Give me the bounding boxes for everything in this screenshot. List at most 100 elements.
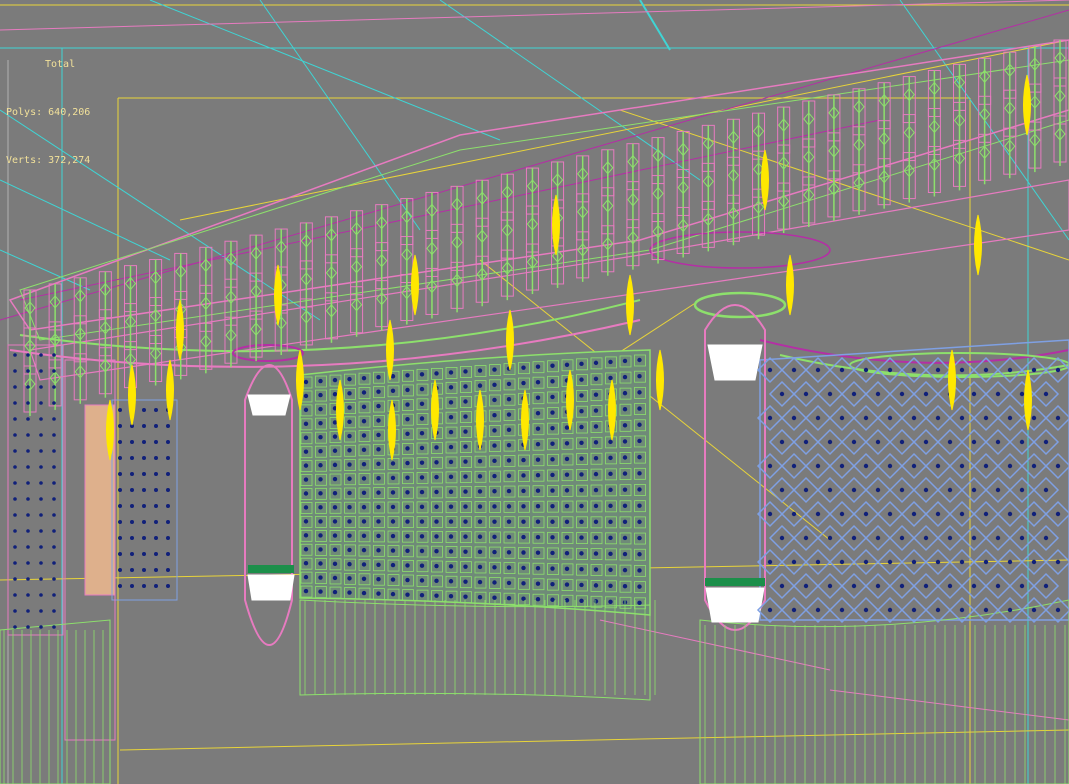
left-wall-vertex <box>142 424 146 428</box>
panel-vertex <box>637 519 642 525</box>
panel-vertex <box>477 458 483 464</box>
panel-vertex <box>593 503 599 509</box>
panel-vertex <box>550 566 555 571</box>
panel-vertex <box>434 593 439 598</box>
lamp-column-right <box>704 304 766 631</box>
left-wall-vertex <box>118 584 122 588</box>
lattice-vertex <box>947 535 953 541</box>
panel-vertex <box>361 390 367 395</box>
panel-vertex <box>637 535 642 541</box>
panel-vertex <box>419 386 425 392</box>
lattice-vertex <box>1019 583 1025 589</box>
left-wall-vertex <box>52 625 56 629</box>
panel-vertex <box>448 489 454 494</box>
lamp-column-left <box>244 364 295 646</box>
lattice-vertex <box>791 463 797 469</box>
panel-vertex <box>593 424 599 429</box>
lattice-vertex <box>851 535 857 541</box>
left-wall-vertex <box>118 520 122 524</box>
panel-vertex <box>492 595 497 600</box>
panel-vertex <box>477 519 483 524</box>
panel-vertex <box>405 548 410 553</box>
lattice-vertex <box>827 439 833 445</box>
lattice-vertex <box>899 391 905 397</box>
left-wall-vertex <box>52 465 56 469</box>
left-wall-vertex <box>26 577 30 581</box>
panel-vertex <box>318 449 323 454</box>
left-wall-vertex <box>130 440 134 444</box>
lattice-vertex <box>935 511 941 517</box>
left-wall-vertex <box>52 417 56 421</box>
light-object <box>974 214 982 276</box>
left-wall-vertex <box>130 520 134 524</box>
lattice-vertex <box>1007 367 1013 373</box>
3d-viewport[interactable]: Total Polys: 640,206 Verts: 372,274 <box>0 0 1069 784</box>
panel-vertex <box>434 371 439 376</box>
panel-vertex <box>477 579 483 585</box>
panel-vertex <box>492 504 497 509</box>
panel-vertex <box>376 389 381 394</box>
panel-vertex <box>535 597 541 602</box>
lattice-vertex <box>863 463 869 469</box>
lattice-vertex <box>803 487 809 493</box>
lattice-vertex <box>911 559 917 565</box>
lattice-vertex <box>875 535 881 541</box>
left-wall-vertex <box>130 488 134 492</box>
panel-vertex <box>303 574 309 580</box>
panel-vertex <box>535 457 541 462</box>
panel-vertex <box>448 504 454 509</box>
lattice-vertex <box>935 415 941 421</box>
panel-vertex <box>637 600 642 606</box>
lattice-vertex <box>911 415 917 421</box>
left-wall-vertex <box>39 609 43 613</box>
panel-vertex <box>637 438 642 444</box>
panel-vertex <box>405 475 410 480</box>
panel-vertex <box>593 456 599 461</box>
panel-vertex <box>521 581 526 586</box>
panel-vertex <box>332 589 338 595</box>
lattice-vertex <box>815 607 821 613</box>
panel-vertex <box>303 588 309 594</box>
panel-vertex <box>361 404 367 410</box>
left-wall-vertex <box>26 513 30 517</box>
panel-vertex <box>492 458 497 464</box>
lattice-vertex <box>863 511 869 517</box>
left-wall-vertex <box>154 504 158 508</box>
panel-vertex <box>419 548 425 554</box>
panel-vertex <box>550 363 555 368</box>
panel-vertex <box>535 504 541 509</box>
panel-vertex <box>579 582 584 588</box>
panel-vertex <box>492 412 497 418</box>
panel-vertex <box>405 490 410 495</box>
panel-vertex <box>361 476 367 481</box>
polys-value: 640,206 <box>48 107 91 118</box>
panel-vertex <box>593 551 599 556</box>
panel-vertex <box>564 598 570 603</box>
panel-vertex <box>448 519 454 524</box>
panel-vertex <box>361 490 367 496</box>
panel-vertex <box>419 401 425 406</box>
lattice-vertex <box>887 367 893 373</box>
wireframe-scene[interactable] <box>0 0 1069 784</box>
left-wall-vertex <box>142 584 146 588</box>
left-wall-vertex <box>13 497 17 501</box>
panel-vertex <box>593 440 599 445</box>
panel-vertex <box>303 393 309 399</box>
panel-vertex <box>376 591 381 596</box>
panel-vertex <box>564 441 570 446</box>
panel-vertex <box>434 489 439 495</box>
lattice-vertex <box>911 511 917 517</box>
panel-vertex <box>550 519 555 524</box>
panel-vertex <box>564 566 570 572</box>
panel-vertex <box>506 381 512 387</box>
panel-vertex <box>637 503 642 508</box>
lattice-vertex <box>1031 511 1037 517</box>
left-wall-vertex <box>52 369 56 373</box>
panel-vertex <box>347 433 352 439</box>
lattice-vertex <box>851 583 857 589</box>
left-wall-vertex <box>39 529 43 533</box>
panel-vertex <box>347 561 352 567</box>
panel-vertex <box>463 369 468 374</box>
left-wall-vertex <box>52 545 56 549</box>
lattice-vertex <box>983 511 989 517</box>
